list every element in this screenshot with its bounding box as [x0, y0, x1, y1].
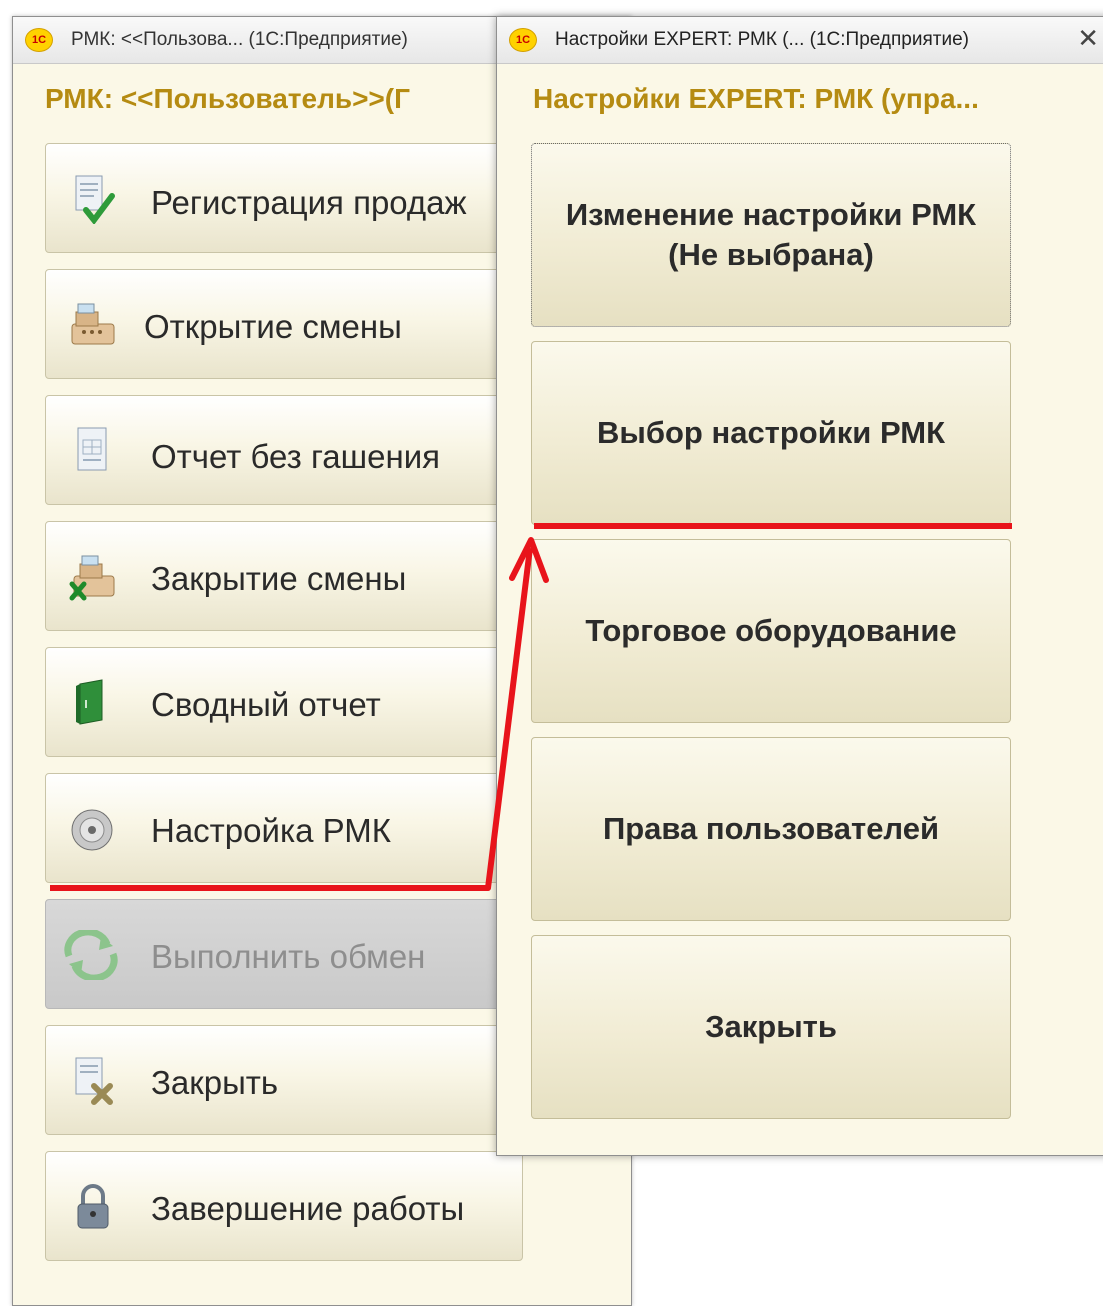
close-button[interactable]: Закрыть: [45, 1025, 523, 1135]
rmk-settings-button[interactable]: Настройка РМК: [45, 773, 523, 883]
button-label: Закрыть: [151, 1064, 279, 1101]
cash-register-icon: [71, 303, 115, 345]
sync-icon: [64, 930, 118, 980]
close-icon[interactable]: ✕: [1077, 23, 1099, 53]
button-label: Права пользователей: [602, 811, 940, 846]
window-expert-settings: 1С Настройки EXPERT: РМК (... (1С:Предпр…: [496, 16, 1103, 1156]
change-rmk-setting-button[interactable]: Изменение настройки РМК (Не выбрана): [531, 143, 1011, 327]
button-label: Выполнить обмен: [151, 938, 426, 975]
form-title: РМК: <<Пользователь>>(Г: [45, 83, 410, 114]
close-document-icon: [75, 1057, 113, 1105]
button-label: Выбор настройки РМК: [596, 415, 945, 450]
report-no-z-button[interactable]: Отчет без гашения: [45, 395, 523, 505]
button-label: Настройка РМК: [151, 812, 391, 849]
button-label: Завершение работы: [151, 1190, 465, 1227]
close-button[interactable]: Закрыть: [531, 935, 1011, 1119]
button-label: Закрыть: [705, 1009, 837, 1044]
window-titlebar[interactable]: 1С Настройки EXPERT: РМК (... (1С:Предпр…: [497, 17, 1103, 64]
trade-equipment-button[interactable]: Торговое оборудование: [531, 539, 1011, 723]
user-rights-button[interactable]: Права пользователей: [531, 737, 1011, 921]
button-label: Сводный отчет: [151, 686, 381, 723]
button-label: Закрытие смены: [151, 560, 407, 597]
finish-work-button[interactable]: Завершение работы: [45, 1151, 523, 1261]
sales-register-icon: [75, 175, 115, 224]
report-icon: [77, 427, 107, 471]
window-title: Настройки EXPERT: РМК (... (1С:Предприят…: [555, 29, 969, 50]
lock-icon: [77, 1184, 109, 1229]
1c-logo-icon: 1С: [509, 28, 537, 52]
window-title: РМК: <<Пользова... (1С:Предприятие): [71, 29, 408, 50]
sales-registration-button[interactable]: Регистрация продаж: [45, 143, 523, 253]
book-icon: [76, 679, 103, 725]
summary-report-button[interactable]: Сводный отчет: [45, 647, 523, 757]
button-label: Отчет без гашения: [151, 438, 440, 475]
exchange-button[interactable]: Выполнить обмен: [45, 899, 523, 1009]
cash-register-close-icon: [69, 555, 115, 601]
close-shift-button[interactable]: Закрытие смены: [45, 521, 523, 631]
select-rmk-setting-button[interactable]: Выбор настройки РМК: [531, 341, 1011, 525]
disc-icon: [71, 809, 113, 851]
button-label: Открытие смены: [144, 308, 402, 345]
button-label: Регистрация продаж: [151, 184, 467, 221]
button-label: Торговое оборудование: [585, 613, 957, 648]
1c-logo-icon: 1С: [25, 28, 53, 52]
open-shift-button[interactable]: Открытие смены: [45, 269, 523, 379]
button-label: Изменение настройки РМК (Не выбрана): [565, 197, 977, 272]
form-title: Настройки EXPERT: РМК (упра...: [533, 83, 979, 114]
